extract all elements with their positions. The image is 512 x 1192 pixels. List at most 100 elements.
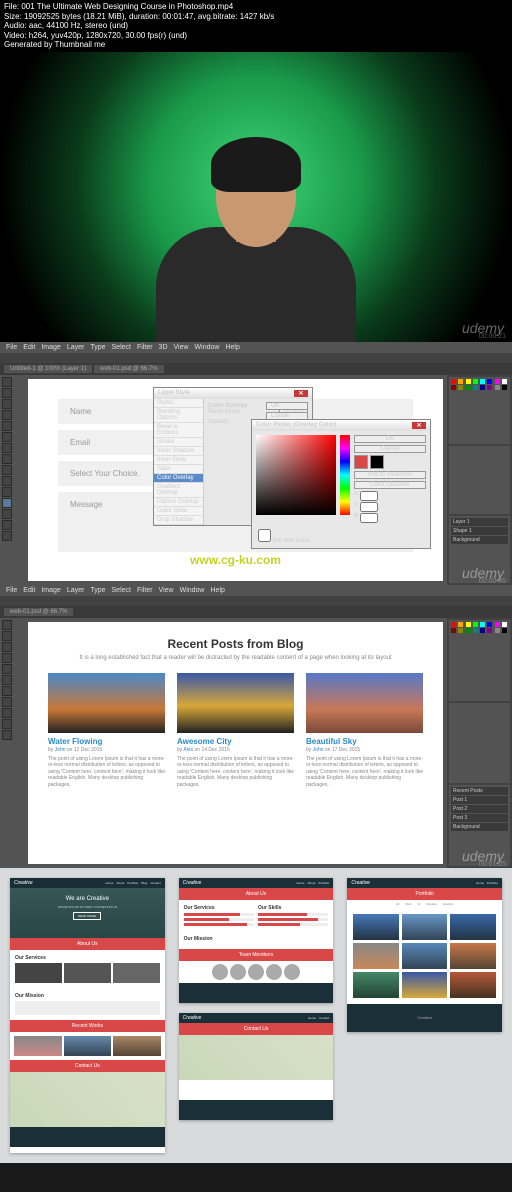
brush-tool[interactable] xyxy=(2,443,12,453)
ls-satin[interactable]: Satin xyxy=(154,465,203,474)
h-input[interactable] xyxy=(360,491,378,501)
ls-stroke[interactable]: Stroke xyxy=(154,438,203,447)
ps-options-bar[interactable] xyxy=(0,596,512,606)
shape-tool[interactable] xyxy=(2,509,12,519)
lasso-tool[interactable] xyxy=(2,399,12,409)
ps-right-panels[interactable]: Recent Posts Post 1 Post 2 Post 3 Backgr… xyxy=(447,618,512,868)
layer-row[interactable]: Post 2 xyxy=(451,805,508,813)
add-swatches-button[interactable]: Add to Swatches xyxy=(354,471,426,479)
ps-options-bar[interactable] xyxy=(0,353,512,363)
ls-outerglow[interactable]: Outer Glow xyxy=(154,507,203,516)
layer-row[interactable]: Post 1 xyxy=(451,796,508,804)
ps-menubar[interactable]: File Edit Image Layer Type Select Filter… xyxy=(0,585,512,596)
s-input[interactable] xyxy=(360,502,378,512)
ps-toolbar[interactable] xyxy=(0,375,24,585)
menu-edit[interactable]: Edit xyxy=(23,587,35,594)
ls-blending[interactable]: Blending Options xyxy=(154,408,203,423)
crop-tool[interactable] xyxy=(2,421,12,431)
wand-tool[interactable] xyxy=(2,410,12,420)
ls-innershadow[interactable]: Inner Shadow xyxy=(154,447,203,456)
menu-type[interactable]: Type xyxy=(90,587,105,594)
ls-patternoverlay[interactable]: Pattern Overlay xyxy=(154,498,203,507)
menu-filter[interactable]: Filter xyxy=(137,587,153,594)
ps-menubar[interactable]: File Edit Image Layer Type Select Filter… xyxy=(0,342,512,353)
menu-filter[interactable]: Filter xyxy=(137,344,153,351)
web-colors-checkbox[interactable] xyxy=(258,529,271,542)
layer-row[interactable]: Layer 1 xyxy=(451,518,508,526)
ok-button[interactable]: OK xyxy=(354,435,426,443)
cancel-button[interactable]: Cancel xyxy=(354,445,426,453)
menu-view[interactable]: View xyxy=(159,587,174,594)
character-panel[interactable] xyxy=(449,703,510,784)
ps-right-panels[interactable]: Layer 1 Shape 1 Background xyxy=(447,375,512,585)
close-icon[interactable]: ✕ xyxy=(294,390,308,397)
ps-document-tabs[interactable]: web-01.psd @ 66.7% xyxy=(0,606,512,618)
ps-canvas[interactable]: Name Email Select Your Choice. Message w… xyxy=(28,379,443,581)
layer-row[interactable]: Background xyxy=(451,536,508,544)
type-tool[interactable] xyxy=(2,686,12,696)
ls-gradientoverlay[interactable]: Gradient Overlay xyxy=(154,483,203,498)
layer-style-list[interactable]: Styles Blending Options Bevel & Emboss S… xyxy=(154,399,204,525)
menu-select[interactable]: Select xyxy=(112,344,131,351)
menu-layer[interactable]: Layer xyxy=(67,344,85,351)
menu-edit[interactable]: Edit xyxy=(23,344,35,351)
swatches-panel[interactable] xyxy=(449,377,510,444)
gradient-tool[interactable] xyxy=(2,476,12,486)
menu-window[interactable]: Window xyxy=(180,587,205,594)
eraser-tool[interactable] xyxy=(2,465,12,475)
brush-tool[interactable] xyxy=(2,664,12,674)
menu-image[interactable]: Image xyxy=(41,587,60,594)
adjustments-panel[interactable] xyxy=(449,446,510,513)
color-panel[interactable] xyxy=(449,620,510,701)
pen-tool[interactable] xyxy=(2,697,12,707)
b-input[interactable] xyxy=(360,513,378,523)
move-tool[interactable] xyxy=(2,620,12,630)
hand-tool[interactable] xyxy=(2,520,12,530)
layer-row[interactable]: Post 3 xyxy=(451,814,508,822)
ps-canvas[interactable]: Recent Posts from Blog It is a long esta… xyxy=(28,622,443,864)
pen-tool[interactable] xyxy=(2,487,12,497)
menu-view[interactable]: View xyxy=(174,344,189,351)
eyedropper-tool[interactable] xyxy=(2,432,12,442)
ls-innerglow[interactable]: Inner Glow xyxy=(154,456,203,465)
marquee-tool[interactable] xyxy=(2,631,12,641)
color-libraries-button[interactable]: Color Libraries xyxy=(354,481,426,489)
menu-window[interactable]: Window xyxy=(195,344,220,351)
move-tool[interactable] xyxy=(2,377,12,387)
ps-document-tabs[interactable]: Untitled-1 @ 100% (Layer 1) web-01.psd @… xyxy=(0,363,512,375)
hand-tool[interactable] xyxy=(2,719,12,729)
zoom-tool[interactable] xyxy=(2,531,12,541)
eraser-tool[interactable] xyxy=(2,675,12,685)
ls-bevel[interactable]: Bevel & Emboss xyxy=(154,423,203,438)
doc-tab[interactable]: web-01.psd @ 66.7% xyxy=(4,608,73,616)
layer-row[interactable]: Background xyxy=(451,823,508,831)
marquee-tool[interactable] xyxy=(2,388,12,398)
layer-row[interactable]: Recent Posts xyxy=(451,787,508,795)
doc-tab-2[interactable]: web-01.psd @ 66.7% xyxy=(94,365,163,373)
ls-dropshadow[interactable]: Drop Shadow xyxy=(154,516,203,525)
menu-3d[interactable]: 3D xyxy=(159,344,168,351)
ls-styles[interactable]: Styles xyxy=(154,399,203,408)
ps-toolbar[interactable] xyxy=(0,618,24,868)
menu-file[interactable]: File xyxy=(6,344,17,351)
color-picker-dialog[interactable]: Color Picker (Overlay Color) ✕ OK Cancel… xyxy=(251,419,431,549)
ls-coloroverlay[interactable]: Color Overlay xyxy=(154,474,203,483)
menu-file[interactable]: File xyxy=(6,587,17,594)
menu-image[interactable]: Image xyxy=(41,344,60,351)
stamp-tool[interactable] xyxy=(2,454,12,464)
menu-help[interactable]: Help xyxy=(211,587,225,594)
doc-tab-1[interactable]: Untitled-1 @ 100% (Layer 1) xyxy=(4,365,92,373)
menu-select[interactable]: Select xyxy=(112,587,131,594)
menu-layer[interactable]: Layer xyxy=(67,587,85,594)
menu-type[interactable]: Type xyxy=(90,344,105,351)
menu-help[interactable]: Help xyxy=(225,344,239,351)
crop-tool[interactable] xyxy=(2,653,12,663)
zoom-tool[interactable] xyxy=(2,730,12,740)
type-tool[interactable] xyxy=(2,498,12,508)
layer-row[interactable]: Shape 1 xyxy=(451,527,508,535)
ok-button[interactable]: OK xyxy=(266,402,308,410)
lasso-tool[interactable] xyxy=(2,642,12,652)
close-icon[interactable]: ✕ xyxy=(412,422,426,429)
shape-tool[interactable] xyxy=(2,708,12,718)
hue-slider[interactable] xyxy=(340,435,350,515)
